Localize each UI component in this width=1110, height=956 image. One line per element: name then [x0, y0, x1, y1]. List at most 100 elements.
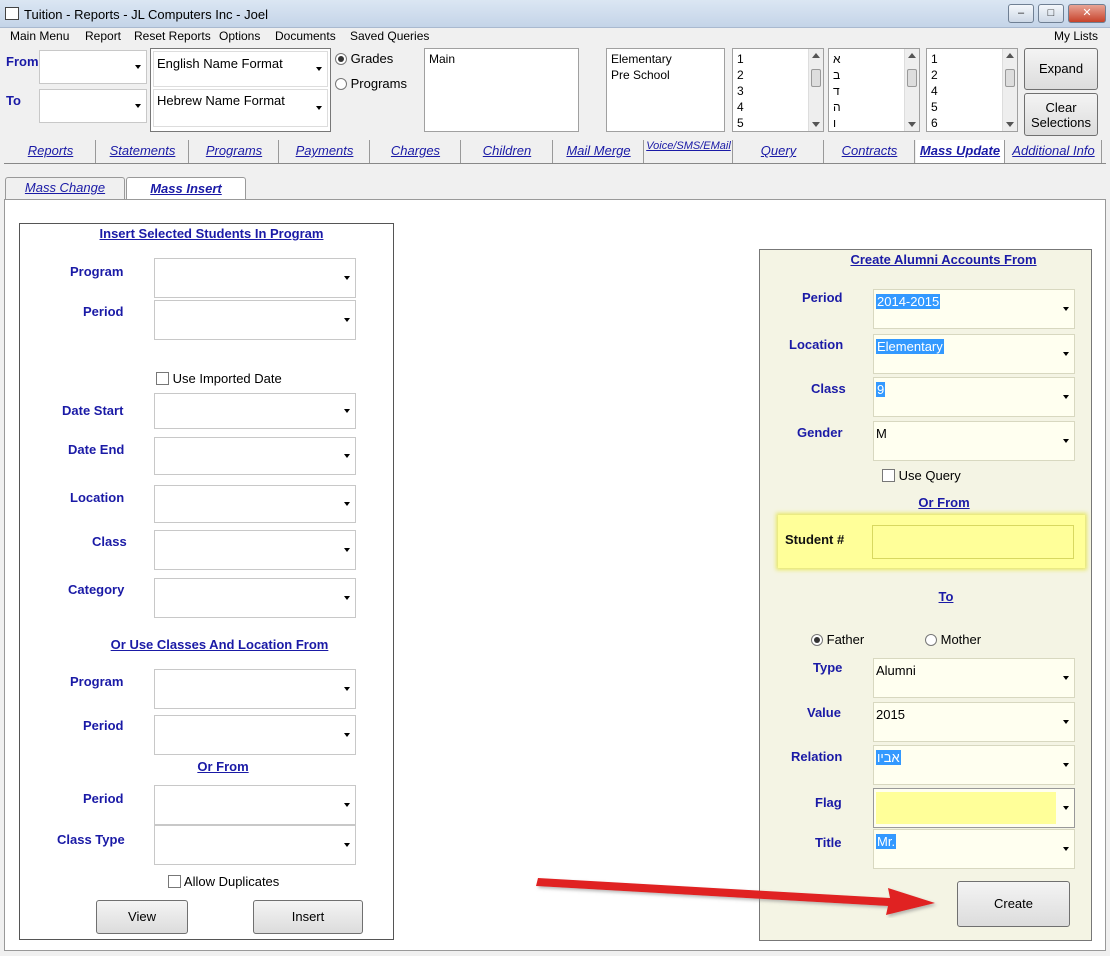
insert-button[interactable]: Insert	[253, 900, 363, 934]
tab-children[interactable]: Children	[462, 140, 553, 164]
value-combo[interactable]: 2015	[873, 702, 1075, 742]
list-item[interactable]: 6	[931, 115, 1013, 131]
list-item[interactable]: 5	[737, 115, 819, 131]
programs-radio[interactable]: Programs	[335, 76, 407, 91]
student-number-highlight: Student #	[778, 515, 1085, 568]
subtab-mass-change[interactable]: Mass Change	[5, 177, 125, 199]
english-name-format-combo[interactable]: English Name Format	[153, 51, 328, 87]
program-combo[interactable]	[154, 258, 356, 298]
list-item[interactable]: 5	[931, 99, 1013, 115]
date-start-combo[interactable]	[154, 393, 356, 429]
date-end-combo[interactable]	[154, 437, 356, 475]
chevron-down-icon	[1063, 806, 1069, 810]
alumni-period-combo[interactable]: 2014-2015	[873, 289, 1075, 329]
locations-list[interactable]: Elementary Pre School	[606, 48, 725, 132]
use-imported-date-checkbox[interactable]: Use Imported Date	[156, 371, 282, 386]
list-scrollbar[interactable]	[808, 49, 823, 131]
menu-documents[interactable]: Documents	[275, 29, 336, 43]
tab-mass-update[interactable]: Mass Update	[916, 140, 1005, 164]
list-item[interactable]: ה	[833, 99, 915, 115]
list-scrollbar[interactable]	[904, 49, 919, 131]
numbers-list[interactable]: 1 2 4 5 6	[926, 48, 1018, 132]
list-item[interactable]: ו	[833, 115, 915, 131]
relation-combo[interactable]: אביו	[873, 745, 1075, 785]
menu-my-lists[interactable]: My Lists	[1054, 29, 1098, 43]
tab-charges[interactable]: Charges	[371, 140, 461, 164]
tab-additional-info[interactable]: Additional Info	[1006, 140, 1102, 164]
allow-duplicates-checkbox[interactable]: Allow Duplicates	[168, 874, 279, 889]
tab-reports[interactable]: Reports	[6, 140, 96, 164]
menu-reset-reports[interactable]: Reset Reports	[134, 29, 211, 43]
list-scrollbar[interactable]	[1002, 49, 1017, 131]
category-combo[interactable]	[154, 578, 356, 618]
list-item[interactable]: א	[833, 51, 915, 67]
list-item[interactable]: 3	[737, 83, 819, 99]
tab-divider	[4, 163, 1106, 164]
period3-label: Period	[83, 791, 124, 806]
student-number-input[interactable]	[872, 525, 1074, 559]
clear-selections-button[interactable]: Clear Selections	[1024, 93, 1098, 136]
scroll-thumb[interactable]	[811, 69, 821, 87]
class-type-combo[interactable]	[154, 825, 356, 865]
tab-statements[interactable]: Statements	[97, 140, 189, 164]
list-item[interactable]: 1	[931, 51, 1013, 67]
list-item[interactable]: ב	[833, 67, 915, 83]
class-combo[interactable]	[154, 530, 356, 570]
scroll-up-icon	[812, 53, 820, 58]
location-combo[interactable]	[154, 485, 356, 523]
menu-saved-queries[interactable]: Saved Queries	[350, 29, 429, 43]
list-item[interactable]: 4	[931, 83, 1013, 99]
subtab-mass-insert[interactable]: Mass Insert	[126, 177, 246, 200]
alumni-class-combo[interactable]: 9	[873, 377, 1075, 417]
chevron-down-icon	[1063, 352, 1069, 356]
tab-query[interactable]: Query	[734, 140, 824, 164]
title-combo[interactable]: Mr.	[873, 829, 1075, 869]
tab-mail-merge[interactable]: Mail Merge	[554, 140, 644, 164]
close-button[interactable]: ✕	[1068, 4, 1106, 23]
menu-report[interactable]: Report	[85, 29, 121, 43]
type-combo[interactable]: Alumni	[873, 658, 1075, 698]
period3-combo[interactable]	[154, 785, 356, 825]
list-item[interactable]: ד	[833, 83, 915, 99]
to-combo[interactable]	[39, 89, 147, 123]
grades-radio[interactable]: Grades	[335, 51, 393, 66]
tab-payments[interactable]: Payments	[280, 140, 370, 164]
list-item[interactable]: Elementary	[611, 51, 720, 67]
hebrew-list[interactable]: א ב ד ה ו	[828, 48, 920, 132]
list-item[interactable]: 4	[737, 99, 819, 115]
flag-combo[interactable]	[873, 788, 1075, 828]
scroll-thumb[interactable]	[1005, 69, 1015, 87]
alumni-location-combo[interactable]: Elementary	[873, 334, 1075, 374]
use-query-checkbox[interactable]: Use Query	[882, 468, 961, 483]
list-item[interactable]: 2	[931, 67, 1013, 83]
period-combo[interactable]	[154, 300, 356, 340]
list-item[interactable]: 2	[737, 67, 819, 83]
program2-combo[interactable]	[154, 669, 356, 709]
expand-button[interactable]: Expand	[1024, 48, 1098, 90]
list-item[interactable]: 1	[737, 51, 819, 67]
main-list[interactable]: Main	[424, 48, 579, 132]
tab-programs[interactable]: Programs	[190, 140, 279, 164]
list-item[interactable]: Main	[429, 51, 574, 67]
hebrew-name-format-combo[interactable]: Hebrew Name Format	[153, 89, 328, 127]
tab-contracts[interactable]: Contracts	[825, 140, 915, 164]
father-radio[interactable]: Father	[811, 632, 864, 647]
chevron-down-icon	[1063, 763, 1069, 767]
chevron-down-icon	[344, 596, 350, 600]
use-imported-date-label: Use Imported Date	[172, 371, 282, 386]
create-button[interactable]: Create	[957, 881, 1070, 927]
maximize-button[interactable]: □	[1038, 4, 1064, 23]
mother-radio[interactable]: Mother	[925, 632, 981, 647]
from-combo[interactable]	[39, 50, 147, 84]
menu-main-menu[interactable]: Main Menu	[10, 29, 69, 43]
scroll-thumb[interactable]	[907, 69, 917, 87]
tab-voice-sms-email[interactable]: Voice/SMS/EMail	[645, 140, 733, 164]
period2-combo[interactable]	[154, 715, 356, 755]
list-item[interactable]: Pre School	[611, 67, 720, 83]
minimize-button[interactable]: –	[1008, 4, 1034, 23]
view-button[interactable]: View	[96, 900, 188, 934]
alumni-gender-combo[interactable]: M	[873, 421, 1075, 461]
menu-bar: Main Menu Report Reset Reports Options D…	[0, 28, 1110, 46]
grades-list[interactable]: 1 2 3 4 5	[732, 48, 824, 132]
menu-options[interactable]: Options	[219, 29, 260, 43]
